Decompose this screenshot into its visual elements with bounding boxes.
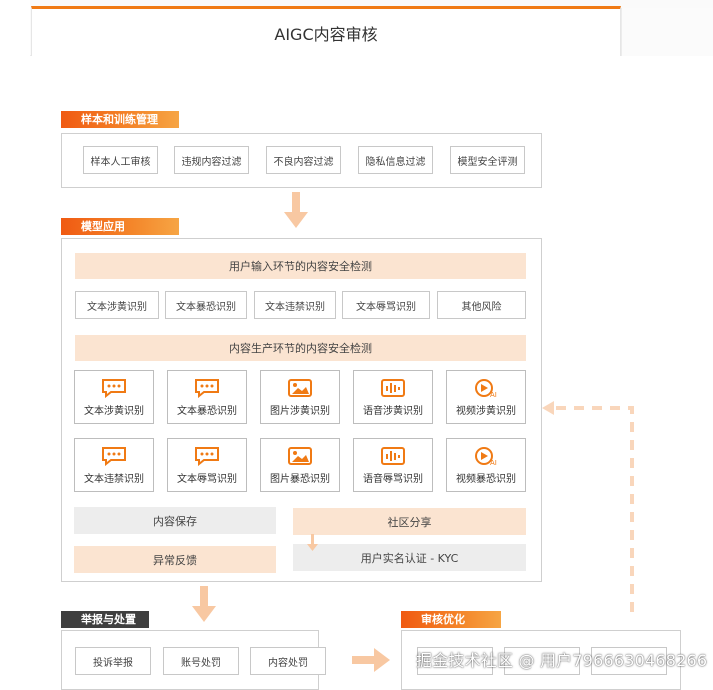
chat-bubble-icon [195,378,219,398]
sample-item-0: 样本人工审核 [83,146,158,174]
page-gutter [0,0,30,685]
sample-item-2: 不良内容过滤 [266,146,341,174]
content-save-bar: 内容保存 [74,507,276,534]
watermark-text: 掘金技术社区 @ 用户7966630468266 [416,651,708,670]
section-tag-sample-label: 样本和训练管理 [81,113,158,126]
card-label: 文本辱骂识别 [177,473,237,485]
card-video-porn: AI 视频涉黄识别 [446,370,526,424]
card-image-terror: 图片暴恐识别 [260,438,340,492]
card-text-abuse: 文本辱骂识别 [167,438,247,492]
report-item-0: 投诉举报 [75,647,151,675]
tab-aigc-review[interactable]: AIGC内容审核 [31,6,621,56]
card-label: 语音辱骂识别 [363,473,423,485]
card-audio-abuse: 语音辱骂识别 [353,438,433,492]
section-tag-model: 模型应用 [61,218,179,235]
dashed-loop-arrow [542,401,634,612]
arrow-down-icon [284,192,308,228]
card-label: 文本涉黄识别 [84,405,144,417]
video-ai-icon: AI [475,378,497,398]
page-title: AIGC内容审核 [274,24,378,44]
card-label: 文本违禁识别 [84,473,144,485]
input-item-1: 文本暴恐识别 [165,291,247,319]
tab-empty [621,8,713,56]
card-text-terror: 文本暴恐识别 [167,370,247,424]
chat-bubble-icon [195,446,219,466]
card-image-porn: 图片涉黄识别 [260,370,340,424]
image-icon [288,446,312,465]
card-label: 视频暴恐识别 [456,473,516,485]
sample-item-3: 隐私信息过滤 [358,146,433,174]
input-item-2: 文本违禁识别 [254,291,336,319]
section-tag-sample: 样本和训练管理 [61,111,179,128]
video-ai-icon: AI [475,446,497,466]
section-tag-optimize: 审核优化 [401,611,501,628]
sample-item-4: 模型安全评测 [450,146,525,174]
card-text-porn: 文本涉黄识别 [74,370,154,424]
chat-bubble-icon [102,446,126,466]
card-text-banned: 文本违禁识别 [74,438,154,492]
audio-wave-icon [381,446,405,465]
svg-text:AI: AI [490,459,497,466]
card-label: 语音涉黄识别 [363,405,423,417]
generation-detection-banner: 内容生产环节的内容安全检测 [75,335,526,361]
image-icon [288,378,312,397]
card-label: 文本暴恐识别 [177,405,237,417]
card-audio-porn: 语音涉黄识别 [353,370,433,424]
section-tag-report-label: 举报与处置 [81,613,136,626]
input-item-0: 文本涉黄识别 [75,291,159,319]
input-item-4: 其他风险 [437,291,526,319]
arrow-right-icon [352,648,390,672]
card-label: 视频涉黄识别 [456,405,516,417]
svg-text:AI: AI [490,391,497,398]
section-tag-report: 举报与处置 [61,611,149,628]
sample-item-1: 违规内容过滤 [174,146,249,174]
chat-bubble-icon [102,378,126,398]
input-detection-banner: 用户输入环节的内容安全检测 [75,253,526,279]
section-tag-optimize-label: 审核优化 [421,613,465,626]
audio-wave-icon [381,378,405,397]
card-label: 图片暴恐识别 [270,473,330,485]
card-video-terror: AI 视频暴恐识别 [446,438,526,492]
report-item-2: 内容处罚 [250,647,326,675]
arrow-down-small-icon [307,534,318,551]
arrow-down-icon [192,586,216,622]
community-share-bar: 社区分享 [293,508,526,535]
report-item-1: 账号处罚 [163,647,239,675]
input-item-3: 文本辱骂识别 [342,291,430,319]
section-tag-model-label: 模型应用 [81,220,125,233]
card-label: 图片涉黄识别 [270,405,330,417]
kyc-bar: 用户实名认证 - KYC [293,544,526,571]
exception-feedback-bar: 异常反馈 [74,546,276,573]
